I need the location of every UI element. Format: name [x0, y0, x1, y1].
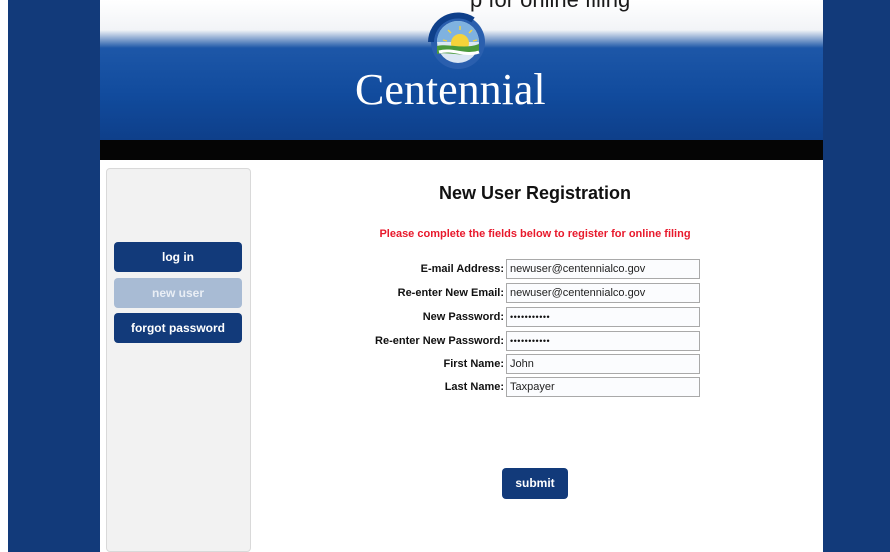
first-name-field[interactable]: John [506, 354, 700, 374]
sidebar [106, 168, 251, 552]
confirm-email-label: Re-enter New Email: [397, 287, 504, 299]
page-background-left [8, 0, 100, 552]
confirm-password-label: Re-enter New Password: [375, 335, 504, 347]
email-field[interactable]: newuser@centennialco.gov [506, 259, 700, 279]
top-caption: p for online filing [470, 0, 830, 12]
page-title: New User Registration [438, 183, 632, 203]
header-divider-bar [100, 140, 823, 160]
sidebar-item-new-user[interactable]: new user [114, 278, 242, 308]
centennial-logo-icon [428, 12, 485, 69]
confirm-email-field[interactable]: newuser@centennialco.gov [506, 283, 700, 303]
first-name-label: First Name: [443, 358, 504, 370]
form-instructions: Please complete the fields below to regi… [379, 228, 691, 240]
sidebar-item-log-in[interactable]: log in [114, 242, 242, 272]
page-background-right [823, 0, 890, 552]
confirm-password-field[interactable]: ••••••••••• [506, 331, 700, 351]
last-name-field[interactable]: Taxpayer [506, 377, 700, 397]
sidebar-item-forgot-password[interactable]: forgot password [114, 313, 242, 343]
email-label: E-mail Address: [420, 263, 504, 275]
logo-text: Centennial [355, 65, 546, 114]
password-label: New Password: [422, 311, 504, 323]
submit-button[interactable]: submit [502, 468, 568, 499]
last-name-label: Last Name: [444, 381, 504, 393]
password-field[interactable]: ••••••••••• [506, 307, 700, 327]
